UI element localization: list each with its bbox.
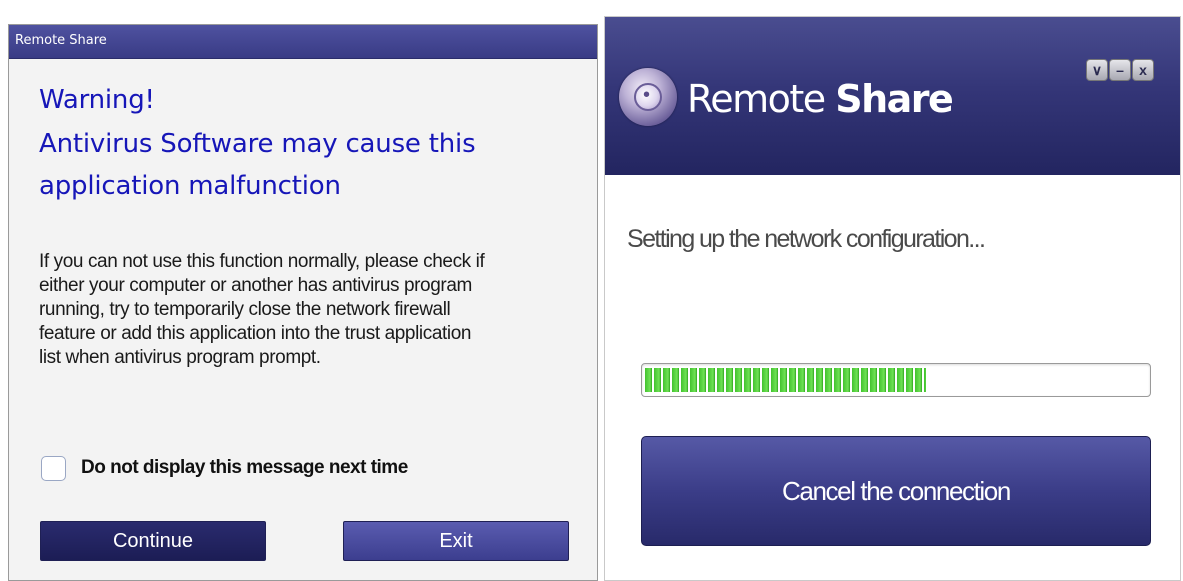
window-header[interactable]: Remote Share ∨ – x — [605, 17, 1180, 175]
close-icon[interactable]: x — [1132, 59, 1154, 81]
description-line: either your computer or another has anti… — [39, 275, 472, 296]
description-line: list when antivirus program prompt. — [39, 347, 321, 368]
warning-line-3: application malfunction — [39, 171, 341, 201]
warning-description: If you can not use this function normall… — [39, 250, 579, 370]
dialog-title-bar[interactable]: Remote Share — [9, 25, 597, 59]
app-title-bold: Share — [835, 77, 954, 121]
minimize-icon[interactable]: – — [1109, 59, 1131, 81]
logo-center — [634, 83, 662, 111]
connection-status: Setting up the network configuration... — [627, 225, 986, 253]
app-title-regular: Remote — [687, 77, 836, 121]
description-line: running, try to temporarily close the ne… — [39, 299, 451, 320]
antivirus-warning-dialog: Remote Share Warning! Antivirus Software… — [8, 24, 598, 581]
chevron-down-icon[interactable]: ∨ — [1086, 59, 1108, 81]
warning-line-2: Antivirus Software may cause this — [39, 129, 476, 159]
setup-progress-bar — [641, 363, 1151, 397]
cancel-connection-button[interactable]: Cancel the connection — [641, 436, 1151, 546]
remote-share-window: Remote Share ∨ – x Setting up the networ… — [604, 16, 1181, 581]
dialog-title: Remote Share — [15, 33, 107, 48]
continue-button[interactable]: Continue — [40, 521, 266, 561]
app-title: Remote Share — [687, 77, 954, 121]
progress-fill — [645, 368, 926, 392]
exit-button[interactable]: Exit — [343, 521, 569, 561]
dont-show-again-label[interactable]: Do not display this message next time — [81, 457, 408, 479]
remote-share-logo-icon — [619, 68, 677, 126]
warning-heading: Warning! — [39, 85, 155, 115]
dont-show-again-checkbox[interactable] — [41, 456, 66, 481]
description-line: feature or add this application into the… — [39, 323, 472, 344]
description-line: If you can not use this function normall… — [39, 251, 485, 272]
